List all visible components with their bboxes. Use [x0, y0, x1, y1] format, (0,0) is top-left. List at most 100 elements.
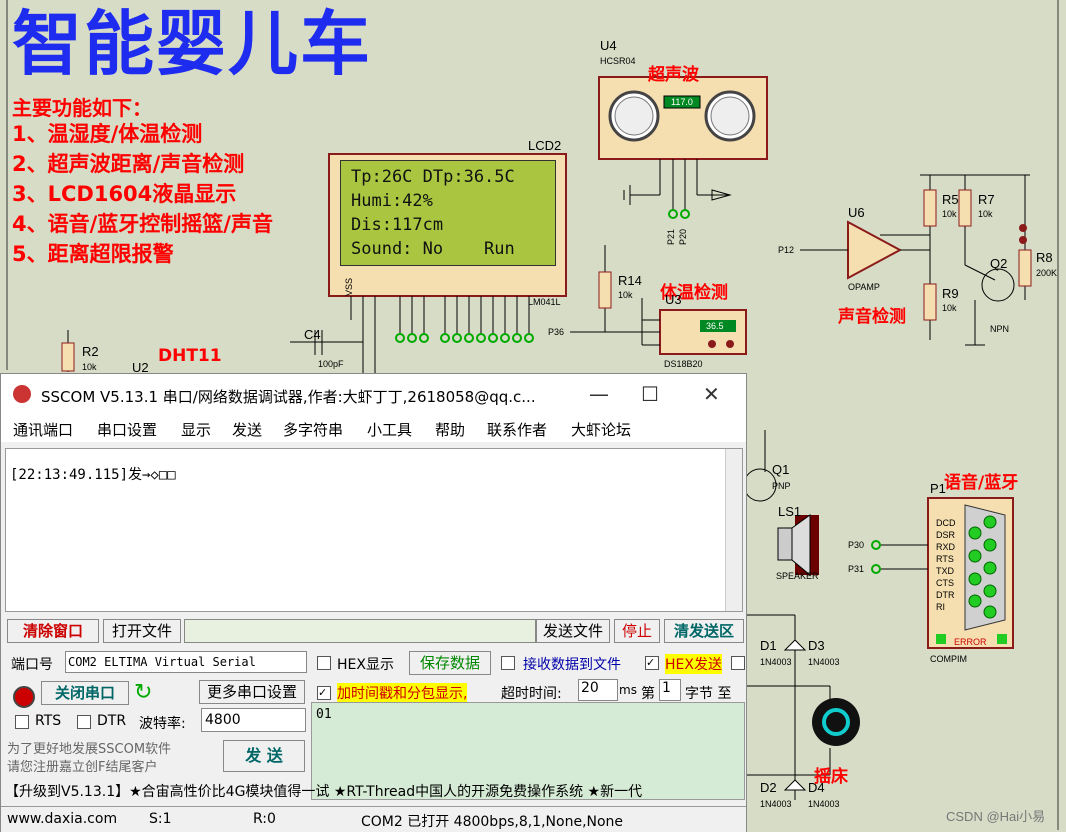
close-icon[interactable]: ✕	[703, 382, 720, 406]
port-select[interactable]: COM2 ELTIMA Virtual Serial	[65, 651, 307, 673]
refresh-icon[interactable]: ↻	[134, 680, 152, 705]
sound-label: 声音检测	[838, 307, 906, 327]
recv-to-file-label: 接收数据到文件	[523, 657, 621, 673]
ms-label: ms	[619, 683, 637, 697]
feature-4: 4、语音/蓝牙控制摇篮/声音	[12, 212, 273, 236]
q2-ref: Q2	[990, 256, 1008, 271]
menu-comm-port[interactable]: 通讯端口	[13, 419, 73, 440]
r14-ref: R14	[618, 273, 642, 288]
p21-label: P21	[666, 228, 676, 245]
r2-ref: R2	[82, 344, 99, 359]
rts-checkbox[interactable]	[15, 715, 29, 729]
close-port-button[interactable]: 关闭串口	[41, 681, 129, 705]
q1-ref: Q1	[772, 462, 790, 477]
promo-line-1: 为了更好地发展SSCOM软件	[7, 742, 172, 757]
receive-scrollbar[interactable]	[725, 449, 742, 611]
send-file-button[interactable]: 发送文件	[536, 619, 610, 643]
cradle-label: 摇床	[814, 767, 848, 787]
r9-val: 10k	[942, 303, 957, 313]
p30-label: P30	[848, 540, 865, 550]
menu-help[interactable]: 帮助	[435, 419, 465, 440]
hex-send-checkbox[interactable]: ✓	[645, 656, 659, 670]
menu-display[interactable]: 显示	[181, 419, 211, 440]
file-path-input[interactable]	[184, 619, 536, 643]
title-bar: SSCOM V5.13.1 串口/网络数据调试器,作者:大虾丁丁,2618058…	[1, 374, 746, 416]
send-content: 01	[316, 707, 332, 722]
project-title: 智能婴儿车	[12, 3, 372, 85]
d1-part: 1N4003	[760, 657, 792, 667]
dtr-checkbox[interactable]	[77, 715, 91, 729]
features-heading: 主要功能如下：	[12, 96, 152, 120]
byte-index-input[interactable]: 1	[659, 679, 681, 701]
hex-display-checkbox[interactable]	[317, 656, 331, 670]
r7-val: 10k	[978, 209, 993, 219]
r5-val: 10k	[942, 209, 957, 219]
ticker-text[interactable]: 【升级到V5.13.1】★合宙高性价比4G模块值得一试 ★RT-Thread中国…	[5, 781, 745, 801]
more-settings-button[interactable]: 更多串口设置	[199, 680, 305, 704]
p12-label: P12	[778, 245, 795, 255]
lcd-line-4: Sound: No Run	[351, 239, 515, 259]
u4-ref: U4	[600, 38, 617, 53]
recv-to-file-checkbox[interactable]	[501, 656, 515, 670]
p36-label: P36	[548, 327, 565, 337]
send-button[interactable]: 发 送	[223, 740, 305, 772]
lcd-ref: LCD2	[528, 138, 562, 153]
maximize-icon[interactable]: ☐	[641, 382, 659, 406]
save-data-button[interactable]: 保存数据	[409, 651, 491, 675]
menu-tools[interactable]: 小工具	[367, 419, 412, 440]
ds18b20-value: 36.5	[706, 321, 724, 331]
d2-part: 1N4003	[760, 799, 792, 809]
watermark: CSDN @Hai小易	[946, 809, 1046, 824]
promo-line-2: 请您注册嘉立创F结尾客户	[7, 760, 158, 775]
q2-type: NPN	[990, 324, 1010, 334]
ls1-ref: LS1	[778, 504, 802, 519]
timeout-label: 超时时间:	[501, 686, 562, 702]
speaker-part: SPEAKER	[776, 571, 819, 581]
dht11-label: DHT11	[158, 346, 222, 366]
voice-label: 语音/蓝牙	[944, 473, 1019, 493]
c4-ref: C4	[304, 327, 321, 342]
feature-1: 1、温湿度/体温检测	[12, 122, 203, 146]
p31-label: P31	[848, 564, 865, 574]
r5-ref: R5	[942, 192, 959, 207]
lcd-display: Tp:26C DTp:36.5C Humi:42% Dis:117cm Soun…	[340, 160, 556, 266]
p20-label: P20	[678, 228, 688, 245]
dtr-label: DTR	[97, 713, 127, 729]
d4-part: 1N4003	[808, 799, 840, 809]
rts-label: RTS	[35, 713, 62, 729]
receive-text: [22:13:49.115]发→◇□□	[10, 467, 176, 483]
u3-part: DS18B20	[664, 359, 703, 369]
menu-send[interactable]: 发送	[232, 419, 262, 440]
timestamp-label: 加时间戳和分包显示,	[337, 683, 468, 703]
u6-ref: U6	[848, 205, 865, 220]
menu-contact[interactable]: 联系作者	[487, 419, 547, 440]
extra-checkbox[interactable]	[731, 656, 745, 670]
u6-part: OPAMP	[848, 282, 880, 292]
app-icon	[13, 385, 31, 403]
u3-ref: U3	[665, 292, 682, 307]
menu-serial-settings[interactable]: 串口设置	[97, 419, 157, 440]
clear-send-button[interactable]: 清发送区	[664, 619, 744, 643]
receive-area[interactable]: [22:13:49.115]发→◇□□	[5, 448, 743, 612]
status-sent: S:1	[149, 811, 172, 827]
hex-send-label: HEX发送	[665, 654, 722, 674]
feature-3: 3、LCD1604液晶显示	[12, 182, 237, 206]
timestamp-checkbox[interactable]: ✓	[317, 686, 331, 700]
d1-ref: D1	[760, 638, 777, 653]
timeout-input[interactable]: 20	[578, 679, 618, 701]
port-label: 端口号	[11, 657, 53, 673]
rs232-pins: DCD DSR RXD RTS TXD CTS DTR RI	[936, 518, 956, 612]
clear-window-button[interactable]: 清除窗口	[7, 619, 99, 643]
minimize-icon[interactable]: —	[589, 382, 609, 406]
menu-forum[interactable]: 大虾论坛	[571, 419, 631, 440]
open-file-button[interactable]: 打开文件	[103, 619, 181, 643]
baud-label: 波特率:	[139, 716, 186, 732]
status-website[interactable]: www.daxia.com	[7, 811, 117, 827]
menu-multi-string[interactable]: 多字符串	[283, 419, 343, 440]
stop-button[interactable]: 停止	[614, 619, 660, 643]
d2-ref: D2	[760, 780, 777, 795]
baud-select[interactable]: 4800	[201, 708, 306, 732]
lcd-part: LM041L	[528, 297, 561, 307]
status-received: R:0	[253, 811, 276, 827]
sscom-window: SSCOM V5.13.1 串口/网络数据调试器,作者:大虾丁丁,2618058…	[0, 373, 747, 832]
